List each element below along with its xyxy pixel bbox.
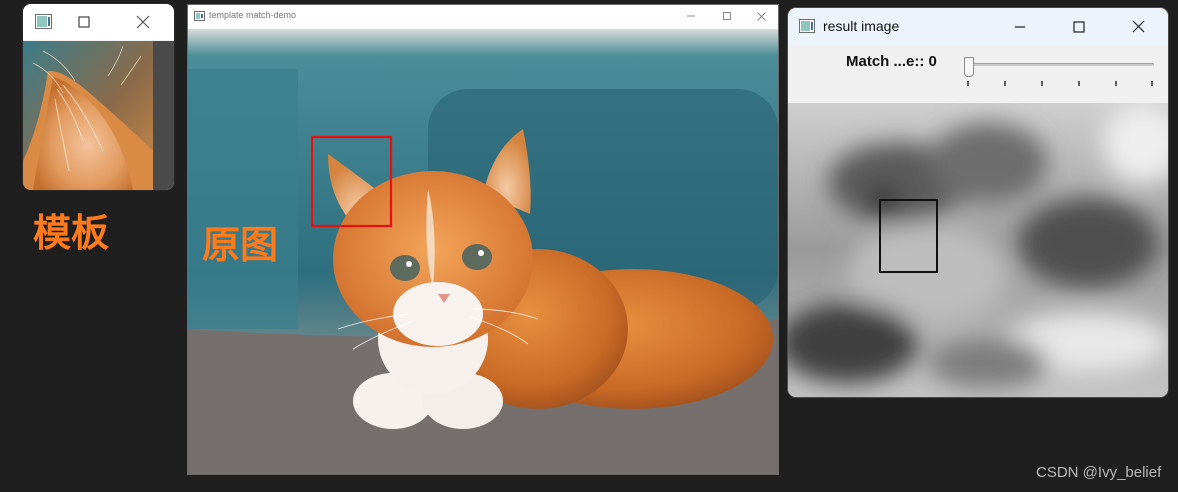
minimize-button[interactable]: [680, 5, 702, 27]
result-titlebar[interactable]: result image: [788, 8, 1168, 45]
trackbar[interactable]: [962, 57, 1158, 97]
result-window: result image Match ...e:: 0: [788, 8, 1168, 397]
minimize-icon: [687, 15, 695, 17]
maximize-button[interactable]: [1063, 8, 1095, 45]
minimize-icon: [1015, 25, 1025, 28]
result-image: [788, 103, 1168, 397]
close-button[interactable]: [750, 5, 772, 27]
close-icon: [136, 15, 150, 29]
template-window: [23, 4, 174, 190]
window-title: result image: [823, 18, 900, 34]
close-button[interactable]: [127, 4, 159, 40]
trackbar-track: [968, 63, 1154, 66]
template-label: 模板: [33, 211, 110, 255]
maximize-icon: [78, 16, 90, 28]
trackbar-row: Match ...e:: 0: [788, 45, 1168, 102]
close-icon: [1132, 20, 1144, 33]
trackbar-thumb[interactable]: [964, 57, 974, 77]
main-titlebar[interactable]: template match-demo: [188, 5, 778, 27]
template-scrollbar[interactable]: [153, 41, 174, 190]
maximize-icon: [1073, 20, 1085, 33]
trackbar-label: Match ...e:: 0: [846, 53, 937, 70]
app-icon: [799, 19, 815, 33]
app-icon: [35, 14, 52, 29]
minimize-button[interactable]: [1004, 8, 1036, 45]
maximize-button[interactable]: [70, 4, 98, 40]
maximize-icon: [723, 12, 731, 20]
maximize-button[interactable]: [716, 5, 738, 27]
close-button[interactable]: [1122, 8, 1154, 45]
close-icon: [756, 11, 766, 21]
watermark: CSDN @Ivy_belief: [1036, 464, 1162, 481]
template-titlebar[interactable]: [23, 4, 174, 40]
template-image: [23, 41, 153, 190]
trackbar-ticks: [967, 81, 1153, 86]
source-label: 原图: [202, 223, 279, 267]
window-title: template match-demo: [209, 10, 297, 20]
app-icon: [194, 11, 205, 21]
